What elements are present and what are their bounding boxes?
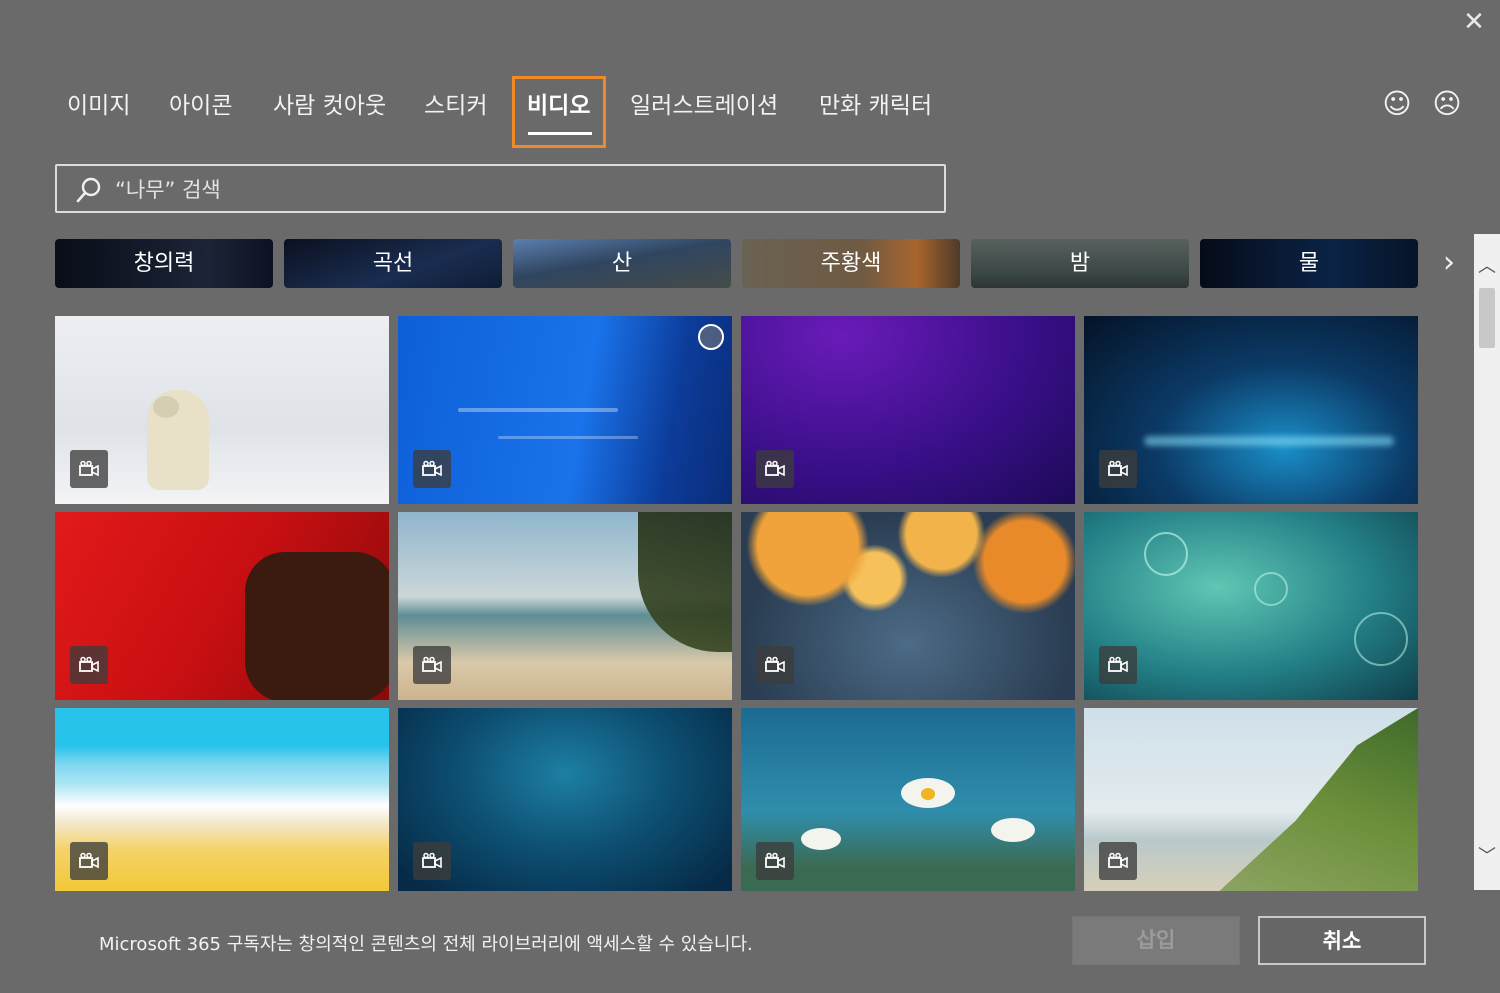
scrollbar-thumb[interactable] (1479, 288, 1495, 348)
category-label: 창의력 (133, 251, 195, 276)
purple-gradient-video[interactable] (741, 316, 1075, 504)
video-camera-icon (413, 842, 451, 880)
video-camera-icon (1099, 646, 1137, 684)
paper-waves-video[interactable] (55, 708, 389, 891)
chevron-right-icon[interactable]: › (1436, 248, 1462, 280)
active-tab-highlight (512, 76, 606, 148)
category-orange[interactable]: 주황색 (742, 239, 960, 288)
category-water[interactable]: 물 (1200, 239, 1418, 288)
scroll-up-arrow-icon[interactable]: ︿ (1474, 256, 1500, 278)
teal-bubbles-video[interactable] (1084, 512, 1418, 700)
video-camera-icon (413, 450, 451, 488)
cyan-particles-video[interactable] (1084, 316, 1418, 504)
vertical-scrollbar[interactable]: ︿ ﹀ (1474, 234, 1500, 890)
video-camera-icon (413, 646, 451, 684)
frown-icon[interactable]: ☹ (1431, 88, 1463, 120)
beach-palm-video[interactable] (398, 512, 732, 700)
blue-brush-video[interactable] (398, 316, 732, 504)
heart-chocolates-video[interactable] (55, 512, 389, 700)
search-icon (76, 177, 101, 203)
active-tab-underline (528, 132, 592, 135)
video-camera-icon (756, 842, 794, 880)
tab-cartoon-characters[interactable]: 만화 캐릭터 (819, 86, 932, 120)
tab-illustrations[interactable]: 일러스트레이션 (630, 86, 778, 120)
search-input[interactable] (113, 172, 917, 208)
video-camera-icon (70, 450, 108, 488)
category-label: 밤 (1069, 251, 1091, 276)
cancel-button[interactable]: 취소 (1258, 916, 1426, 965)
smile-icon[interactable]: ☺ (1381, 88, 1413, 120)
category-mountains[interactable]: 산 (513, 239, 731, 288)
tab-images[interactable]: 이미지 (67, 86, 130, 120)
search-box[interactable] (55, 164, 946, 213)
video-camera-icon (70, 646, 108, 684)
polar-bear-video[interactable] (55, 316, 389, 504)
video-camera-icon (1099, 842, 1137, 880)
insert-button[interactable]: 삽입 (1072, 916, 1240, 965)
scroll-down-arrow-icon[interactable]: ﹀ (1474, 846, 1500, 868)
tab-stickers[interactable]: 스티커 (424, 86, 487, 120)
underwater-video[interactable] (398, 708, 732, 891)
video-grid (55, 316, 1419, 891)
video-camera-icon (1099, 450, 1137, 488)
close-icon[interactable]: ✕ (1460, 8, 1488, 36)
subscriber-message: Microsoft 365 구독자는 창의적인 콘텐츠의 전체 라이브러리에 액… (99, 934, 753, 955)
tab-icons[interactable]: 아이콘 (169, 86, 232, 120)
daisies-video[interactable] (741, 708, 1075, 891)
category-curves[interactable]: 곡선 (284, 239, 502, 288)
video-camera-icon (756, 646, 794, 684)
category-label: 곡선 (372, 251, 414, 276)
tab-people-cutouts[interactable]: 사람 컷아웃 (273, 86, 386, 120)
video-camera-icon (70, 842, 108, 880)
beach-grass-video[interactable] (1084, 708, 1418, 891)
category-label: 물 (1298, 251, 1320, 276)
category-night[interactable]: 밤 (971, 239, 1189, 288)
category-creativity[interactable]: 창의력 (55, 239, 273, 288)
video-camera-icon (756, 450, 794, 488)
autumn-leaves-video[interactable] (741, 512, 1075, 700)
select-checkbox[interactable] (698, 324, 724, 350)
category-label: 주황색 (820, 251, 882, 276)
category-label: 산 (611, 251, 633, 276)
